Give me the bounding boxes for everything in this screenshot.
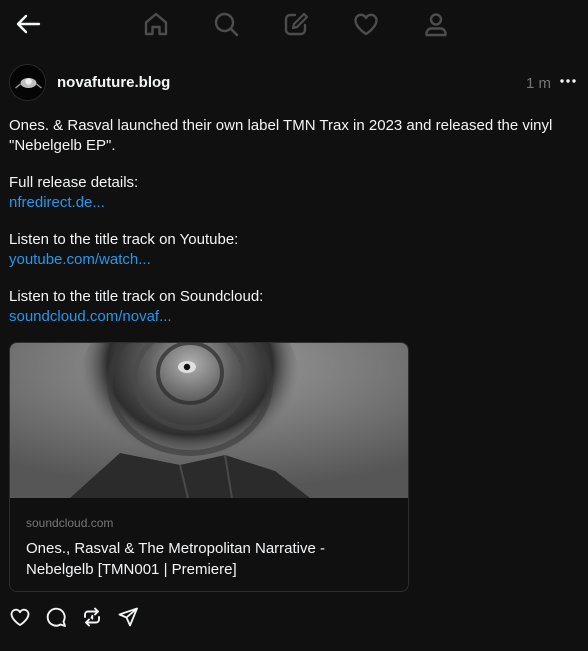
username[interactable]: novafuture.blog [57, 74, 170, 91]
card-domain: soundcloud.com [26, 516, 114, 530]
nav-profile-button[interactable] [418, 9, 454, 39]
preview-image [10, 343, 408, 498]
timestamp: 1 m [525, 75, 551, 92]
post: novafuture.blog 1 m Ones. & Rasval launc… [9, 64, 579, 627]
avatar[interactable] [9, 64, 46, 101]
section-soundcloud: Listen to the title track on Soundcloud:… [9, 287, 569, 327]
nav-activity-button[interactable] [348, 9, 384, 39]
more-options-button[interactable] [557, 70, 579, 92]
post-header: novafuture.blog 1 m [9, 64, 579, 102]
nav-compose-button[interactable] [278, 9, 314, 39]
repost-icon [84, 607, 100, 627]
share-button[interactable] [117, 606, 139, 628]
comment-button[interactable] [45, 606, 67, 628]
back-button[interactable] [14, 10, 42, 38]
home-icon [144, 12, 168, 36]
section-release: Full release details: nfredirect.de... [9, 173, 569, 213]
nav-home-button[interactable] [138, 9, 174, 39]
post-actions [9, 606, 139, 628]
arrow-left-icon [16, 14, 41, 34]
section-label: Listen to the title track on Youtube: [9, 231, 239, 248]
like-button[interactable] [9, 606, 31, 628]
heart-icon [354, 13, 378, 36]
nav-search-button[interactable] [208, 9, 244, 39]
link-soundcloud[interactable]: soundcloud.com/novaf... [9, 307, 569, 327]
card-title: Ones., Rasval & The Metropolitan Narrati… [26, 540, 326, 578]
link-preview-card[interactable]: soundcloud.com Ones., Rasval & The Metro… [9, 342, 409, 592]
section-label: Full release details: [9, 174, 139, 191]
more-icon [560, 79, 576, 83]
section-youtube: Listen to the title track on Youtube: yo… [9, 230, 569, 270]
link-youtube[interactable]: youtube.com/watch... [9, 250, 569, 270]
link-release-details[interactable]: nfredirect.de... [9, 193, 569, 213]
post-body: Ones. & Rasval launched their own label … [9, 116, 569, 344]
avatar-image [10, 65, 45, 100]
comment-icon [46, 607, 66, 627]
section-label: Listen to the title track on Soundcloud: [9, 288, 264, 305]
main-nav [138, 9, 454, 39]
search-icon [214, 12, 239, 37]
share-icon [118, 607, 138, 627]
compose-icon [284, 12, 309, 36]
heart-icon [10, 608, 30, 626]
card-meta: soundcloud.com Ones., Rasval & The Metro… [10, 498, 408, 580]
top-bar [0, 0, 588, 48]
post-text: Ones. & Rasval launched their own label … [9, 117, 553, 154]
profile-icon [425, 13, 447, 37]
repost-button[interactable] [81, 606, 103, 628]
